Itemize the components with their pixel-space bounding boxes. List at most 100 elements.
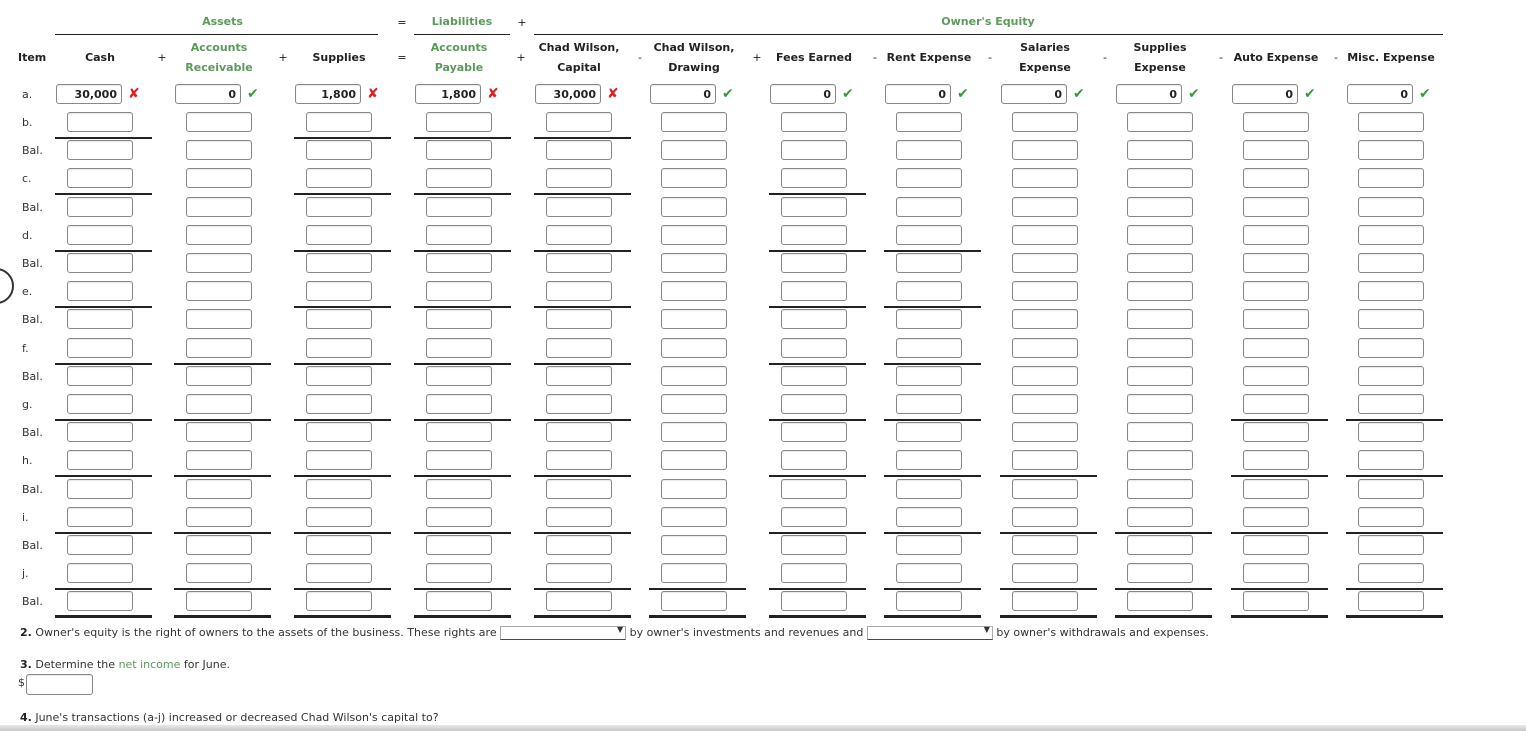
cell-input-auto[interactable] [1243, 506, 1309, 527]
cell-input-ar[interactable] [186, 535, 252, 555]
cell-input-rent[interactable] [896, 281, 962, 302]
cell-input-supexp[interactable] [1127, 281, 1193, 302]
cell-input-capital[interactable] [546, 422, 612, 443]
cell-input-capital[interactable] [546, 337, 612, 358]
cell-input-supexp[interactable] [1127, 506, 1193, 527]
cell-input-auto[interactable] [1243, 422, 1309, 443]
cell-input-salaries[interactable] [1012, 224, 1078, 245]
cell-input-supexp[interactable] [1127, 253, 1193, 273]
cell-input-ar[interactable] [186, 450, 252, 471]
cell-input-rent[interactable] [896, 394, 962, 414]
cell-input-cash[interactable] [67, 478, 133, 499]
cell-input-misc[interactable] [1358, 224, 1424, 245]
cell-input-fees[interactable] [781, 422, 847, 443]
net-income-input[interactable] [26, 674, 93, 695]
cell-input-salaries[interactable] [1012, 196, 1078, 217]
cell-input-ap[interactable] [426, 450, 492, 471]
cell-input-ap[interactable] [426, 365, 492, 386]
net-income-link[interactable]: net income [119, 658, 181, 671]
cell-input-drawing[interactable] [661, 253, 727, 273]
cell-input-drawing[interactable] [661, 196, 727, 217]
cell-input-supexp[interactable] [1127, 168, 1193, 189]
cell-input-supexp[interactable] [1127, 450, 1193, 471]
cell-input-capital[interactable] [546, 281, 612, 302]
cell-input-salaries[interactable] [1012, 506, 1078, 527]
cell-input-auto[interactable] [1243, 112, 1309, 132]
cell-input-supplies[interactable] [306, 365, 372, 386]
cell-input-drawing[interactable] [661, 422, 727, 443]
cell-input-fees[interactable] [781, 168, 847, 189]
cell-input-ar[interactable] [186, 309, 252, 330]
cell-input-fees[interactable] [781, 337, 847, 358]
cell-input-capital[interactable] [546, 535, 612, 555]
cell-input-ar[interactable] [186, 112, 252, 132]
cell-input-salaries[interactable] [1012, 422, 1078, 443]
cell-input-salaries[interactable] [1001, 84, 1067, 104]
cell-input-misc[interactable] [1358, 506, 1424, 527]
cell-input-misc[interactable] [1358, 196, 1424, 217]
cell-input-ar[interactable] [186, 196, 252, 217]
cell-input-auto[interactable] [1243, 337, 1309, 358]
cell-input-rent[interactable] [896, 112, 962, 132]
cell-input-supplies[interactable] [295, 84, 361, 104]
cell-input-rent[interactable] [896, 563, 962, 584]
cell-input-salaries[interactable] [1012, 535, 1078, 555]
cell-input-rent[interactable] [896, 365, 962, 386]
cell-input-ar[interactable] [186, 365, 252, 386]
cell-input-auto[interactable] [1243, 196, 1309, 217]
cell-input-supplies[interactable] [306, 224, 372, 245]
cell-input-cash[interactable] [67, 224, 133, 245]
cell-input-drawing[interactable] [650, 84, 716, 104]
cell-input-drawing[interactable] [661, 309, 727, 330]
cell-input-drawing[interactable] [661, 563, 727, 584]
cell-input-cash[interactable] [67, 309, 133, 330]
cell-input-drawing[interactable] [661, 506, 727, 527]
cell-input-fees[interactable] [781, 224, 847, 245]
cell-input-supexp[interactable] [1127, 196, 1193, 217]
cell-input-ap[interactable] [426, 281, 492, 302]
cell-input-rent[interactable] [896, 535, 962, 555]
cell-input-misc[interactable] [1358, 422, 1424, 443]
cell-input-ap[interactable] [415, 84, 481, 104]
cell-input-misc[interactable] [1358, 563, 1424, 584]
cell-input-supplies[interactable] [306, 112, 372, 132]
rights-increased-select[interactable]: ▼ [500, 625, 627, 640]
cell-input-cash[interactable] [67, 563, 133, 584]
cell-input-drawing[interactable] [661, 140, 727, 161]
cell-input-ar[interactable] [186, 168, 252, 189]
cell-input-supplies[interactable] [306, 168, 372, 189]
cell-input-misc[interactable] [1347, 84, 1413, 104]
cell-input-supplies[interactable] [306, 535, 372, 555]
cell-input-ap[interactable] [426, 535, 492, 555]
cell-input-fees[interactable] [781, 535, 847, 555]
cell-input-auto[interactable] [1243, 168, 1309, 189]
cell-input-fees[interactable] [781, 506, 847, 527]
cell-input-ap[interactable] [426, 112, 492, 132]
cell-input-ap[interactable] [426, 563, 492, 584]
cell-input-fees[interactable] [781, 365, 847, 386]
cell-input-cash[interactable] [67, 535, 133, 555]
cell-input-rent[interactable] [896, 591, 962, 612]
cell-input-supexp[interactable] [1127, 309, 1193, 330]
cell-input-capital[interactable] [546, 309, 612, 330]
cell-input-supexp[interactable] [1127, 140, 1193, 161]
cell-input-supexp[interactable] [1127, 478, 1193, 499]
cell-input-supplies[interactable] [306, 478, 372, 499]
cell-input-ar[interactable] [186, 478, 252, 499]
cell-input-auto[interactable] [1243, 478, 1309, 499]
cell-input-supplies[interactable] [306, 253, 372, 273]
cell-input-rent[interactable] [896, 140, 962, 161]
cell-input-capital[interactable] [546, 394, 612, 414]
cell-input-drawing[interactable] [661, 478, 727, 499]
cell-input-cash[interactable] [67, 450, 133, 471]
cell-input-cash[interactable] [56, 84, 122, 104]
cell-input-ar[interactable] [186, 253, 252, 273]
cell-input-capital[interactable] [546, 365, 612, 386]
cell-input-supexp[interactable] [1127, 224, 1193, 245]
cell-input-ar[interactable] [186, 591, 252, 612]
cell-input-drawing[interactable] [661, 535, 727, 555]
cell-input-supexp[interactable] [1127, 591, 1193, 612]
cell-input-fees[interactable] [781, 478, 847, 499]
rights-decreased-select[interactable]: ▼ [866, 625, 993, 640]
cell-input-misc[interactable] [1358, 535, 1424, 555]
